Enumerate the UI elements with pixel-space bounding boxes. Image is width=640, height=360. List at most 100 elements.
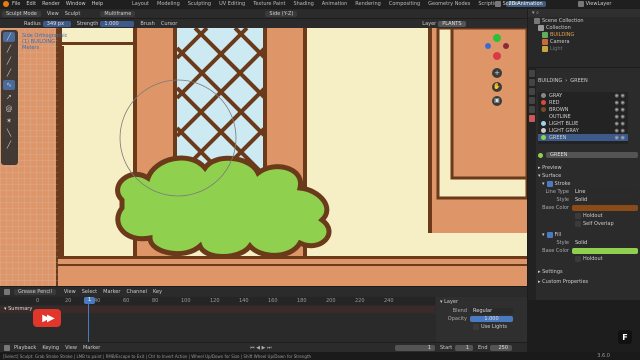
- fill-checkbox[interactable]: [546, 232, 553, 238]
- playback-menu-item[interactable]: Keying: [42, 345, 59, 351]
- menu-item[interactable]: File: [12, 1, 20, 7]
- self-overlap-checkbox[interactable]: [575, 221, 581, 227]
- workspace-tab[interactable]: Geometry Nodes: [425, 1, 473, 7]
- radius-field[interactable]: 349 px: [42, 20, 71, 27]
- material-slot[interactable]: BROWN ◉ ◉: [538, 106, 628, 113]
- preview-panel[interactable]: ▸ Preview: [538, 164, 638, 172]
- thickness-tool-icon[interactable]: ╱: [3, 56, 15, 66]
- material-slot[interactable]: OUTLINE ◉ ◉: [538, 113, 628, 120]
- strength-tool-icon[interactable]: ╱: [3, 68, 15, 78]
- scene-name[interactable]: Scene: [503, 1, 518, 7]
- transport-controls[interactable]: ⏮ ◀ ▶ ⏭: [250, 345, 271, 351]
- material-name-field[interactable]: GREEN: [546, 152, 638, 158]
- dopesheet-menu-item[interactable]: Select: [82, 289, 97, 295]
- material-slot[interactable]: GREEN ◉ ◉: [538, 134, 628, 141]
- start-field[interactable]: 1: [455, 344, 473, 351]
- workspace-tab[interactable]: Animation: [319, 1, 351, 7]
- fullscreen-badge-icon[interactable]: F: [618, 330, 632, 344]
- timeline-editor-icon[interactable]: [4, 344, 10, 351]
- brush-menu[interactable]: Brush: [140, 21, 154, 27]
- visibility-icon[interactable]: ◉ ◉: [615, 128, 625, 134]
- zoom-icon[interactable]: +: [492, 68, 502, 78]
- outliner-item[interactable]: Collection: [546, 25, 571, 31]
- menu-item[interactable]: Window: [66, 1, 86, 7]
- current-frame-badge[interactable]: 1: [84, 297, 96, 304]
- workspace-tab[interactable]: Layout: [129, 1, 152, 7]
- fill-style-dropdown[interactable]: Solid: [572, 240, 638, 246]
- fill-color-swatch[interactable]: [572, 248, 638, 254]
- outliner-item[interactable]: Scene Collection: [542, 18, 584, 24]
- mode-dropdown[interactable]: Sculpt Mode: [2, 10, 41, 17]
- camera-view-icon[interactable]: ▣: [492, 96, 502, 106]
- push-tool-icon[interactable]: ➚: [3, 92, 15, 102]
- workspace-tab[interactable]: Texture Paint: [250, 1, 288, 7]
- style-dropdown[interactable]: Solid: [572, 197, 638, 203]
- smooth-tool-icon[interactable]: ╱: [3, 44, 15, 54]
- menu-item[interactable]: Render: [42, 1, 60, 7]
- material-slot[interactable]: GRAY ◉ ◉: [538, 92, 628, 99]
- tab-render-icon[interactable]: [529, 79, 535, 86]
- mode-grease-pencil[interactable]: Grease Pencil: [14, 288, 56, 295]
- pan-icon[interactable]: ✋: [492, 82, 502, 92]
- tab-object-icon[interactable]: [529, 106, 535, 113]
- surface-panel[interactable]: ▾ Surface: [538, 172, 638, 180]
- blender-logo-icon[interactable]: [3, 1, 9, 7]
- visibility-icon[interactable]: ◉ ◉: [615, 121, 625, 127]
- sculpt-menu[interactable]: Sculpt: [65, 11, 81, 17]
- outliner-item[interactable]: BUILDING: [550, 32, 574, 38]
- grab-tool-icon[interactable]: ∿: [3, 80, 15, 90]
- menu-item[interactable]: Help: [92, 1, 103, 7]
- visibility-icon[interactable]: ◉ ◉: [615, 135, 625, 141]
- navigation-gizmo[interactable]: + ✋ ▣: [483, 32, 513, 112]
- tab-material-icon[interactable]: [529, 115, 535, 122]
- use-lights-checkbox[interactable]: [473, 324, 479, 330]
- material-slot[interactable]: LIGHT GRAY ◉ ◉: [538, 127, 628, 134]
- material-slot[interactable]: LIGHT BLUE ◉ ◉: [538, 120, 628, 127]
- twist-tool-icon[interactable]: @: [3, 104, 15, 114]
- playback-menu-item[interactable]: Playback: [14, 345, 36, 351]
- cursor-menu[interactable]: Cursor: [161, 21, 177, 27]
- view-side-dropdown[interactable]: Side (Y-Z): [265, 10, 298, 17]
- workspace-tab[interactable]: Shading: [290, 1, 316, 7]
- fill-panel[interactable]: ▾ Fill: [538, 231, 638, 239]
- stroke-panel[interactable]: ▾ Stroke: [538, 180, 638, 188]
- outliner-item[interactable]: Light: [550, 46, 562, 52]
- tab-tool-icon[interactable]: [529, 70, 535, 77]
- end-field[interactable]: 250: [490, 344, 512, 351]
- multiframe-toggle[interactable]: Multiframe: [100, 10, 136, 17]
- fill-holdout-checkbox[interactable]: [575, 256, 581, 262]
- playback-menu-item[interactable]: View: [65, 345, 77, 351]
- material-slot[interactable]: RED ◉ ◉: [538, 99, 628, 106]
- holdout-checkbox[interactable]: [575, 213, 581, 219]
- draw-tool-icon[interactable]: ╱: [3, 32, 15, 42]
- visibility-icon[interactable]: ◉ ◉: [615, 107, 625, 113]
- strength-field[interactable]: 1.000: [100, 20, 135, 27]
- editor-type-icon[interactable]: [4, 288, 10, 295]
- viewlayer-name[interactable]: ViewLayer: [586, 1, 612, 7]
- workspace-tab[interactable]: Rendering: [352, 1, 384, 7]
- layer-field[interactable]: PLANTS: [438, 20, 466, 27]
- workspace-tab[interactable]: Compositing: [386, 1, 423, 7]
- randomize-tool-icon[interactable]: ╲: [3, 128, 15, 138]
- workspace-tab[interactable]: Modeling: [154, 1, 183, 7]
- workspace-tab[interactable]: UV Editing: [216, 1, 248, 7]
- dopesheet-menu-item[interactable]: View: [64, 289, 76, 295]
- stroke-checkbox[interactable]: [546, 181, 553, 187]
- outliner-item[interactable]: Camera: [550, 39, 570, 45]
- frame-ruler[interactable]: 0 20 40 60 80 100 120 140 160 180 200 220 240: [0, 297, 435, 305]
- summary-row[interactable]: ▾ Summary: [0, 306, 435, 313]
- dopesheet-menu-item[interactable]: Marker: [103, 289, 120, 295]
- dopesheet-menu-item[interactable]: Key: [153, 289, 162, 295]
- dopesheet-menu-item[interactable]: Channel: [126, 289, 147, 295]
- pinch-tool-icon[interactable]: ✶: [3, 116, 15, 126]
- settings-panel[interactable]: ▸ Settings: [538, 268, 638, 276]
- tab-scene-icon[interactable]: [529, 97, 535, 104]
- opacity-field[interactable]: 1.000: [470, 316, 513, 322]
- viewport[interactable]: Side Orthographic (1) BUILDING Meters + …: [0, 28, 527, 286]
- visibility-icon[interactable]: ◉ ◉: [615, 114, 625, 120]
- playback-menu-item[interactable]: Marker: [83, 345, 100, 351]
- line-type-dropdown[interactable]: Line: [572, 189, 638, 195]
- play-button-icon[interactable]: ▶▶: [33, 309, 61, 327]
- visibility-icon[interactable]: ◉ ◉: [615, 93, 625, 99]
- custom-properties-panel[interactable]: ▸ Custom Properties: [538, 278, 638, 286]
